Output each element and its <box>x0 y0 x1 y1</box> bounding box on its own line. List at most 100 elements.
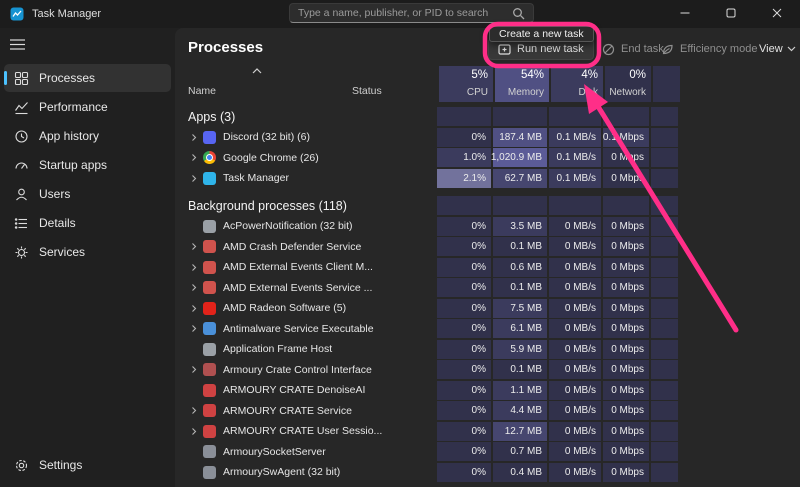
process-row[interactable]: Application Frame Host0%5.9 MB0 MB/s0 Mb… <box>180 340 678 359</box>
view-dropdown-button[interactable]: View <box>759 38 796 60</box>
sidebar-item-details[interactable]: Details <box>4 209 171 237</box>
column-header-name[interactable]: Name <box>188 85 216 97</box>
expand-chevron-icon[interactable] <box>190 324 203 333</box>
process-row[interactable]: AMD External Events Service ...0%0.1 MB0… <box>180 278 678 297</box>
sidebar-item-services[interactable]: Services <box>4 238 171 266</box>
expand-chevron-icon[interactable] <box>190 283 203 292</box>
status-cell <box>352 299 435 318</box>
expand-chevron-icon[interactable] <box>190 242 203 251</box>
process-name: Task Manager <box>223 172 289 184</box>
app-icon <box>203 343 216 356</box>
sidebar-item-users[interactable]: Users <box>4 180 171 208</box>
process-row[interactable]: ARMOURY CRATE DenoiseAI0%1.1 MB0 MB/s0 M… <box>180 381 678 400</box>
network-cell: 0 Mbps <box>603 381 649 400</box>
memory-cell: 0.6 MB <box>493 258 547 277</box>
sidebar-item-settings[interactable]: Settings <box>4 451 171 479</box>
maximize-button[interactable] <box>708 0 754 28</box>
run-new-task-icon <box>498 43 511 56</box>
task-manager-window: Task Manager ProcessesPerformanceA <box>0 0 800 487</box>
extra-cell <box>651 128 678 147</box>
close-button[interactable] <box>754 0 800 28</box>
name-cell: AMD External Events Service ... <box>180 278 352 297</box>
expand-chevron-icon[interactable] <box>190 153 203 162</box>
status-cell <box>352 278 435 297</box>
expand-chevron-icon[interactable] <box>190 304 203 313</box>
process-row[interactable]: AcPowerNotification (32 bit)0%3.5 MB0 MB… <box>180 217 678 236</box>
process-name: AcPowerNotification (32 bit) <box>223 220 353 232</box>
disk-cell: 0 MB/s <box>549 463 601 482</box>
expand-chevron-icon[interactable] <box>190 263 203 272</box>
efficiency-mode-button[interactable]: Efficiency mode <box>661 38 757 60</box>
process-row[interactable]: AMD Radeon Software (5)0%7.5 MB0 MB/s0 M… <box>180 299 678 318</box>
process-name: ArmourySwAgent (32 bit) <box>223 466 340 478</box>
cpu-cell: 0% <box>437 381 491 400</box>
end-task-button[interactable]: End task <box>602 38 664 60</box>
column-header-cpu[interactable]: 5%CPU <box>439 66 493 102</box>
process-row[interactable]: Discord (32 bit) (6)0%187.4 MB0.1 MB/s0.… <box>180 128 678 147</box>
process-name: ArmourySocketServer <box>223 446 326 458</box>
disk-cell: 0 MB/s <box>549 442 601 461</box>
cpu-cell: 0% <box>437 217 491 236</box>
expand-chevron-icon[interactable] <box>190 174 203 183</box>
column-header-memory[interactable]: 54%Memory <box>495 66 549 102</box>
cpu-cell <box>437 107 491 126</box>
extra-cell <box>651 107 678 126</box>
sidebar-item-label: Users <box>39 187 70 201</box>
column-header-status[interactable]: Status <box>352 85 382 97</box>
expand-chevron-icon[interactable] <box>190 133 203 142</box>
process-row[interactable]: ARMOURY CRATE User Sessio...0%12.7 MB0 M… <box>180 422 678 441</box>
run-new-task-label: Run new task <box>517 43 584 55</box>
process-row[interactable]: AMD Crash Defender Service0%0.1 MB0 MB/s… <box>180 237 678 256</box>
column-label: CPU <box>467 87 488 98</box>
column-summary: 4% <box>581 69 598 81</box>
process-row[interactable]: Google Chrome (26)1.0%1,020.9 MB0.1 MB/s… <box>180 148 678 167</box>
process-name: AMD External Events Client M... <box>223 261 373 273</box>
disk-cell: 0 MB/s <box>549 217 601 236</box>
hamburger-icon <box>10 37 25 55</box>
memory-cell: 12.7 MB <box>493 422 547 441</box>
sidebar-item-label: App history <box>39 129 99 143</box>
process-row[interactable]: Task Manager2.1%62.7 MB0.1 MB/s0 Mbps <box>180 169 678 188</box>
name-cell: Google Chrome (26) <box>180 148 352 167</box>
startup-apps-icon <box>14 158 29 173</box>
process-row[interactable]: Antimalware Service Executable0%6.1 MB0 … <box>180 319 678 338</box>
status-cell <box>352 463 435 482</box>
expand-chevron-icon[interactable] <box>190 427 203 436</box>
expand-chevron-icon[interactable] <box>190 406 203 415</box>
extra-cell <box>651 360 678 379</box>
process-row[interactable]: ARMOURY CRATE Service0%4.4 MB0 MB/s0 Mbp… <box>180 401 678 420</box>
disk-cell: 0 MB/s <box>549 381 601 400</box>
cpu-cell: 0% <box>437 360 491 379</box>
process-row[interactable]: Armoury Crate Control Interface0%0.1 MB0… <box>180 360 678 379</box>
process-row[interactable]: ArmourySocketServer0%0.7 MB0 MB/s0 Mbps <box>180 442 678 461</box>
expand-chevron-icon[interactable] <box>190 365 203 374</box>
column-label: Network <box>609 87 646 98</box>
column-summary: 0% <box>629 69 646 81</box>
sidebar-item-performance[interactable]: Performance <box>4 93 171 121</box>
process-row[interactable]: AMD External Events Client M...0%0.6 MB0… <box>180 258 678 277</box>
sidebar-item-app-history[interactable]: App history <box>4 122 171 150</box>
app-icon <box>203 172 216 185</box>
column-label: Disk <box>579 87 598 98</box>
memory-cell: 0.1 MB <box>493 360 547 379</box>
cpu-cell: 2.1% <box>437 169 491 188</box>
status-cell <box>352 442 435 461</box>
network-cell: 0 Mbps <box>603 463 649 482</box>
disk-cell: 0.1 MB/s <box>549 148 601 167</box>
minimize-button[interactable] <box>662 0 708 28</box>
disk-cell: 0 MB/s <box>549 340 601 359</box>
sidebar-item-startup-apps[interactable]: Startup apps <box>4 151 171 179</box>
memory-cell: 0.7 MB <box>493 442 547 461</box>
sidebar-item-processes[interactable]: Processes <box>4 64 171 92</box>
process-row[interactable]: ArmourySwAgent (32 bit)0%0.4 MB0 MB/s0 M… <box>180 463 678 482</box>
extra-cell <box>651 422 678 441</box>
search-input[interactable] <box>298 7 512 19</box>
menu-button[interactable] <box>10 36 36 56</box>
users-icon <box>14 187 29 202</box>
cpu-cell: 0% <box>437 299 491 318</box>
search-box[interactable] <box>289 3 534 23</box>
column-header-disk[interactable]: 4% Disk <box>551 66 603 102</box>
column-header-network[interactable]: 0% Network <box>605 66 651 102</box>
sidebar-item-label: Settings <box>39 458 82 472</box>
process-name: Discord (32 bit) (6) <box>223 131 310 143</box>
